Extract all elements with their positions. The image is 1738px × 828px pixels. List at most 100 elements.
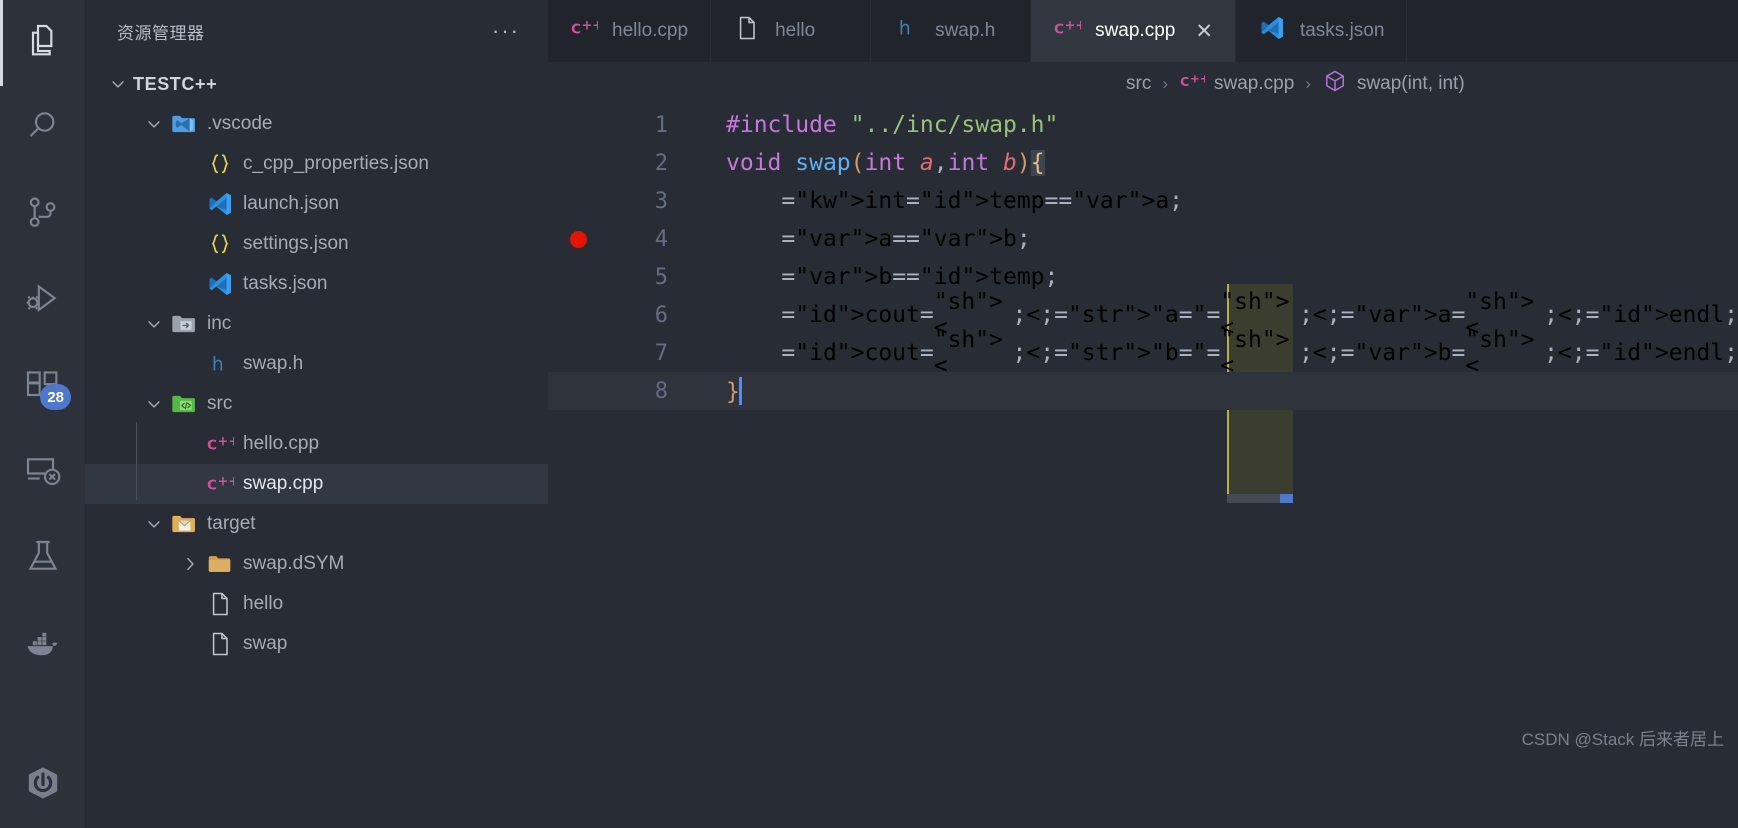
cpp-icon: C++ bbox=[205, 430, 235, 458]
breadcrumb-separator: › bbox=[1162, 74, 1168, 93]
tab-hello-cpp[interactable]: C++ hello.cpp bbox=[548, 0, 712, 62]
tree-item-tasks-json[interactable]: tasks.json bbox=[85, 264, 548, 304]
chevron-down-icon[interactable] bbox=[139, 114, 169, 134]
code-line-4[interactable]: 4 ="var">a = = "var">b; bbox=[548, 220, 1738, 258]
activity-item-explorer[interactable] bbox=[0, 0, 85, 86]
minimap-slider[interactable] bbox=[1227, 494, 1293, 503]
breadcrumb-item-swap-int-int-[interactable]: swap(int, int) bbox=[1322, 68, 1465, 100]
chevron-down-icon[interactable] bbox=[139, 514, 169, 534]
tree-item-hello-cpp[interactable]: C++ hello.cpp bbox=[85, 424, 548, 464]
breadcrumb-label: src bbox=[1126, 73, 1152, 94]
tree-item-label: src bbox=[207, 393, 233, 414]
activity-item-search[interactable] bbox=[0, 86, 85, 172]
tree-item-hello[interactable]: hello bbox=[85, 584, 548, 624]
tree-item-c-cpp-properties-json[interactable]: c_cpp_properties.json bbox=[85, 144, 548, 184]
tree-item-swap-cpp[interactable]: C++ swap.cpp bbox=[85, 464, 548, 504]
breakpoint-gutter[interactable] bbox=[548, 230, 608, 248]
tree-item--vscode[interactable]: .vscode bbox=[85, 104, 548, 144]
code-line-8[interactable]: 8} bbox=[548, 372, 1738, 410]
tree-item-label: swap bbox=[243, 633, 288, 654]
tree-item-label: launch.json bbox=[243, 193, 340, 214]
tab-tasks-json[interactable]: tasks.json bbox=[1235, 0, 1408, 62]
file-icon bbox=[205, 630, 235, 658]
line-number: 1 bbox=[654, 112, 668, 138]
breadcrumb-separator: › bbox=[1305, 74, 1311, 93]
vscode-window: 28 资源管理器 ··· TESTC++ .vscode c_cpp_prope… bbox=[0, 0, 1738, 828]
svg-text:C: C bbox=[1180, 74, 1189, 89]
code-line-2[interactable]: 2 void swap(int a,int b){ bbox=[548, 144, 1738, 182]
activity-item-run-and-debug[interactable] bbox=[0, 258, 85, 344]
breadcrumb-label: swap(int, int) bbox=[1356, 73, 1465, 94]
extensions-badge: 28 bbox=[40, 384, 71, 410]
chevron-down-icon[interactable] bbox=[103, 74, 133, 94]
tree-item-swap-dsym[interactable]: swap.dSYM bbox=[85, 544, 548, 584]
tree-item-label: settings.json bbox=[243, 233, 349, 254]
code-text: ="id">cout bbox=[781, 340, 920, 366]
folder-target-icon bbox=[169, 510, 199, 538]
svg-text:C: C bbox=[207, 478, 217, 493]
code-text: #include "../inc/swap.h" bbox=[726, 112, 1059, 138]
vscode-icon bbox=[205, 190, 235, 218]
activity-item-testing[interactable] bbox=[0, 516, 85, 602]
line-number: 2 bbox=[654, 150, 668, 176]
line-number: 3 bbox=[654, 188, 668, 214]
code-text: ="kw">int bbox=[781, 188, 907, 214]
activity-item-docker[interactable] bbox=[0, 602, 85, 688]
svg-text:C: C bbox=[571, 22, 581, 37]
activity-item-source-control[interactable] bbox=[0, 172, 85, 258]
power-icon bbox=[23, 763, 63, 808]
vscode-icon bbox=[1258, 14, 1286, 48]
remote-explorer-icon bbox=[23, 451, 63, 496]
tree-item-testc-[interactable]: TESTC++ bbox=[85, 64, 548, 104]
code-text: void swap(int a,int b){ bbox=[726, 150, 1045, 176]
tree-item-label: target bbox=[207, 513, 256, 534]
code-text: } bbox=[726, 377, 742, 405]
tree-item-swap-h[interactable]: h swap.h bbox=[85, 344, 548, 384]
activity-item-extensions[interactable]: 28 bbox=[0, 344, 85, 430]
editor-tab-bar: C++hello.cpphellohswap.h C++ swap.cpp ✕ task… bbox=[548, 0, 1738, 62]
tree-indent-guide bbox=[136, 422, 137, 500]
cpp-icon: C++ bbox=[1053, 14, 1086, 48]
activity-item-remote-explorer[interactable] bbox=[0, 430, 85, 516]
tab-swap-h[interactable]: h swap.h bbox=[871, 0, 1032, 62]
tree-item-src[interactable]: src bbox=[85, 384, 548, 424]
code-line-6[interactable]: 6 ="id">cout = "sh"><; <; = "str">"a = " = "… bbox=[548, 289, 1738, 341]
sidebar-header: 资源管理器 ··· bbox=[85, 0, 548, 62]
activity-item-remote-power[interactable] bbox=[0, 742, 85, 828]
code-line-1[interactable]: 1 #include "../inc/swap.h" bbox=[548, 106, 1738, 144]
tree-item-label: swap.h bbox=[243, 353, 304, 374]
chevron-right-icon[interactable] bbox=[175, 554, 205, 574]
code-line-3[interactable]: 3 ="kw">int = "id">temp = = "var">a; bbox=[548, 182, 1738, 220]
tree-item-launch-json[interactable]: launch.json bbox=[85, 184, 548, 224]
tree-item-swap[interactable]: swap bbox=[85, 624, 548, 664]
tree-item-label: hello bbox=[243, 593, 284, 614]
tree-item-settings-json[interactable]: settings.json bbox=[85, 224, 548, 264]
folder-icon bbox=[205, 550, 235, 578]
file-icon bbox=[733, 14, 761, 48]
sidebar-more-actions-icon[interactable]: ··· bbox=[492, 20, 520, 42]
beaker-icon bbox=[23, 537, 63, 582]
tree-item-inc[interactable]: inc bbox=[85, 304, 548, 344]
breakpoint-dot[interactable] bbox=[569, 230, 587, 248]
close-icon[interactable]: ✕ bbox=[1195, 21, 1213, 42]
vscode-icon bbox=[205, 270, 235, 298]
tree-item-target[interactable]: target bbox=[85, 504, 548, 544]
code-editor[interactable]: 1 #include "../inc/swap.h" 2 void swap(int … bbox=[548, 106, 1738, 828]
svg-text:++: ++ bbox=[218, 435, 234, 450]
sidebar-title: 资源管理器 bbox=[117, 23, 205, 43]
code-line-5[interactable]: 5 ="var">b = = "id">temp; bbox=[548, 258, 1738, 296]
chevron-down-icon[interactable] bbox=[139, 314, 169, 334]
breadcrumb-item-src[interactable]: src bbox=[1126, 73, 1151, 95]
files-icon bbox=[23, 21, 63, 66]
svg-text:h: h bbox=[212, 354, 224, 375]
svg-text:++: ++ bbox=[1190, 72, 1205, 86]
cpp-icon: C++ bbox=[570, 14, 603, 48]
chevron-down-icon[interactable] bbox=[139, 394, 169, 414]
breadcrumb-label: swap.cpp bbox=[1214, 73, 1295, 94]
breadcrumb-item-swap-cpp[interactable]: C++ swap.cpp bbox=[1179, 68, 1294, 100]
code-line-7[interactable]: 7 ="id">cout = "sh"><; <; = "str">"b = " = "… bbox=[548, 327, 1738, 379]
tab-label: swap.cpp bbox=[1095, 20, 1176, 41]
tab-swap-cpp[interactable]: C++ swap.cpp ✕ bbox=[1031, 0, 1236, 62]
tab-hello[interactable]: hello bbox=[711, 0, 872, 62]
code-text: ="id">cout bbox=[781, 302, 920, 328]
